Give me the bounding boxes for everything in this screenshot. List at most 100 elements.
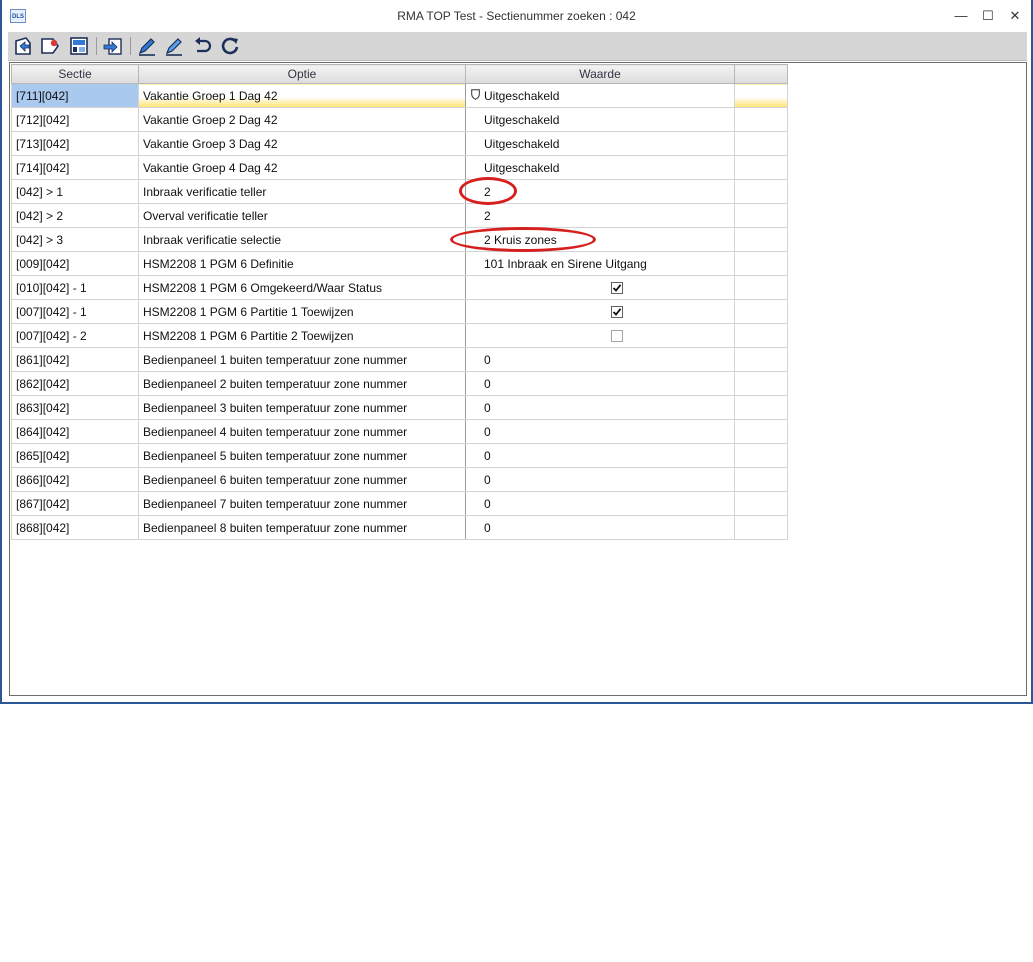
cell-optie[interactable]: Bedienpaneel 7 buiten temperatuur zone n… — [138, 491, 466, 516]
edit-alt-icon[interactable] — [163, 35, 185, 57]
cell-optie[interactable]: Inbraak verificatie selectie — [138, 227, 466, 252]
table-row[interactable]: [712][042] Vakantie Groep 2 Dag 42 Uitgesc… — [11, 107, 788, 132]
cell-optie[interactable]: Bedienpaneel 6 buiten temperatuur zone n… — [138, 467, 466, 492]
table-row[interactable]: [042] > 2 Overval verificatie teller 2 — [11, 203, 788, 228]
cell-optie[interactable]: Vakantie Groep 2 Dag 42 — [138, 107, 466, 132]
cell-waarde[interactable]: 0 — [465, 419, 735, 444]
cell-extra[interactable] — [734, 155, 788, 180]
tag-icon[interactable] — [39, 35, 61, 57]
cell-optie[interactable]: HSM2208 1 PGM 6 Partitie 1 Toewijzen — [138, 299, 466, 324]
table-row[interactable]: [010][042] - 1 HSM2208 1 PGM 6 Omgekeerd/… — [11, 275, 788, 300]
table-row[interactable]: [863][042] Bedienpaneel 3 buiten temperat… — [11, 395, 788, 420]
cell-waarde[interactable]: Uitgeschakeld — [465, 155, 735, 180]
cell-waarde-checkbox[interactable] — [465, 323, 735, 348]
cell-extra[interactable] — [734, 299, 788, 324]
cell-extra[interactable] — [734, 323, 788, 348]
minimize-button[interactable]: — — [951, 8, 971, 24]
cell-extra[interactable] — [734, 347, 788, 372]
cell-sectie[interactable]: [867][042] — [11, 491, 139, 516]
transfer-icon[interactable] — [102, 35, 124, 57]
cell-extra[interactable] — [734, 467, 788, 492]
cell-sectie[interactable]: [861][042] — [11, 347, 139, 372]
cell-sectie[interactable]: [711][042] — [11, 83, 139, 108]
column-header-sectie[interactable]: Sectie — [11, 64, 139, 84]
column-header-waarde[interactable]: Waarde — [465, 64, 735, 84]
cell-waarde[interactable]: 0 — [465, 347, 735, 372]
cell-optie[interactable]: Inbraak verificatie teller — [138, 179, 466, 204]
maximize-button[interactable]: ☐ — [978, 8, 998, 24]
cell-optie[interactable]: HSM2208 1 PGM 6 Omgekeerd/Waar Status — [138, 275, 466, 300]
checkbox-checked[interactable] — [611, 281, 623, 294]
cell-optie[interactable]: Bedienpaneel 1 buiten temperatuur zone n… — [138, 347, 466, 372]
cell-optie[interactable]: Bedienpaneel 2 buiten temperatuur zone n… — [138, 371, 466, 396]
table-row[interactable]: [866][042] Bedienpaneel 6 buiten temperat… — [11, 467, 788, 492]
cell-waarde[interactable]: 0 — [465, 371, 735, 396]
cell-sectie[interactable]: [009][042] — [11, 251, 139, 276]
cell-optie[interactable]: Bedienpaneel 8 buiten temperatuur zone n… — [138, 515, 466, 540]
cell-waarde[interactable]: 0 — [465, 515, 735, 540]
cell-optie[interactable]: Vakantie Groep 4 Dag 42 — [138, 155, 466, 180]
cell-extra[interactable] — [734, 515, 788, 540]
column-header-extra[interactable] — [734, 64, 788, 84]
cell-sectie[interactable]: [712][042] — [11, 107, 139, 132]
panel-icon[interactable] — [68, 35, 90, 57]
cell-extra[interactable] — [734, 491, 788, 516]
cell-extra[interactable] — [734, 275, 788, 300]
table-row[interactable]: [007][042] - 1 HSM2208 1 PGM 6 Partitie 1… — [11, 299, 788, 324]
undo-icon[interactable] — [191, 35, 213, 57]
cell-extra[interactable] — [734, 83, 788, 108]
cell-waarde[interactable]: 101 Inbraak en Sirene Uitgang — [465, 251, 735, 276]
cell-optie[interactable]: Vakantie Groep 1 Dag 42 — [138, 83, 466, 108]
cell-extra[interactable] — [734, 419, 788, 444]
cell-sectie[interactable]: [007][042] - 1 — [11, 299, 139, 324]
cell-waarde[interactable]: 0 — [465, 467, 735, 492]
table-row[interactable]: [042] > 1 Inbraak verificatie teller 2 — [11, 179, 788, 204]
cell-waarde[interactable]: 2 — [465, 203, 735, 228]
table-row[interactable]: [868][042] Bedienpaneel 8 buiten temperat… — [11, 515, 788, 540]
cell-waarde[interactable]: Uitgeschakeld — [465, 107, 735, 132]
cell-optie[interactable]: HSM2208 1 PGM 6 Definitie — [138, 251, 466, 276]
cell-sectie[interactable]: [042] > 3 — [11, 227, 139, 252]
cell-waarde[interactable]: 0 — [465, 443, 735, 468]
table-row[interactable]: [865][042] Bedienpaneel 5 buiten temperat… — [11, 443, 788, 468]
cell-extra[interactable] — [734, 179, 788, 204]
cell-optie[interactable]: Vakantie Groep 3 Dag 42 — [138, 131, 466, 156]
cell-extra[interactable] — [734, 395, 788, 420]
cell-sectie[interactable]: [862][042] — [11, 371, 139, 396]
cell-optie[interactable]: HSM2208 1 PGM 6 Partitie 2 Toewijzen — [138, 323, 466, 348]
cell-sectie[interactable]: [868][042] — [11, 515, 139, 540]
cell-extra[interactable] — [734, 131, 788, 156]
close-button[interactable]: ✕ — [1005, 8, 1025, 24]
table-row[interactable]: [862][042] Bedienpaneel 2 buiten temperat… — [11, 371, 788, 396]
refresh-icon[interactable] — [219, 35, 241, 57]
table-row[interactable]: [007][042] - 2 HSM2208 1 PGM 6 Partitie 2… — [11, 323, 788, 348]
cell-waarde[interactable]: Uitgeschakeld — [465, 131, 735, 156]
cell-optie[interactable]: Bedienpaneel 4 buiten temperatuur zone n… — [138, 419, 466, 444]
table-row[interactable]: [711][042] Vakantie Groep 1 Dag 42 Uitgesc… — [11, 83, 788, 108]
cell-extra[interactable] — [734, 203, 788, 228]
cell-sectie[interactable]: [007][042] - 2 — [11, 323, 139, 348]
column-header-optie[interactable]: Optie — [138, 64, 466, 84]
cell-optie[interactable]: Bedienpaneel 3 buiten temperatuur zone n… — [138, 395, 466, 420]
table-row[interactable]: [714][042] Vakantie Groep 4 Dag 42 Uitgesc… — [11, 155, 788, 180]
cell-optie[interactable]: Bedienpaneel 5 buiten temperatuur zone n… — [138, 443, 466, 468]
table-row[interactable]: [864][042] Bedienpaneel 4 buiten temperat… — [11, 419, 788, 444]
checkbox-checked[interactable] — [611, 305, 623, 318]
cell-extra[interactable] — [734, 251, 788, 276]
table-row[interactable]: [009][042] HSM2208 1 PGM 6 Definitie 101 I… — [11, 251, 788, 276]
table-row[interactable]: [867][042] Bedienpaneel 7 buiten temperat… — [11, 491, 788, 516]
cell-extra[interactable] — [734, 227, 788, 252]
table-row[interactable]: [042] > 3 Inbraak verificatie selectie 2 K… — [11, 227, 788, 252]
table-row[interactable]: [861][042] Bedienpaneel 1 buiten temperat… — [11, 347, 788, 372]
cell-sectie[interactable]: [042] > 1 — [11, 179, 139, 204]
cell-sectie[interactable]: [863][042] — [11, 395, 139, 420]
cell-waarde[interactable]: 0 — [465, 395, 735, 420]
cell-waarde-checkbox[interactable] — [465, 275, 735, 300]
upload-icon[interactable] — [12, 35, 34, 57]
table-row[interactable]: [713][042] Vakantie Groep 3 Dag 42 Uitgesc… — [11, 131, 788, 156]
cell-waarde[interactable]: Uitgeschakeld — [465, 83, 735, 108]
cell-sectie[interactable]: [864][042] — [11, 419, 139, 444]
edit-icon[interactable] — [136, 35, 158, 57]
cell-sectie[interactable]: [042] > 2 — [11, 203, 139, 228]
cell-sectie[interactable]: [714][042] — [11, 155, 139, 180]
